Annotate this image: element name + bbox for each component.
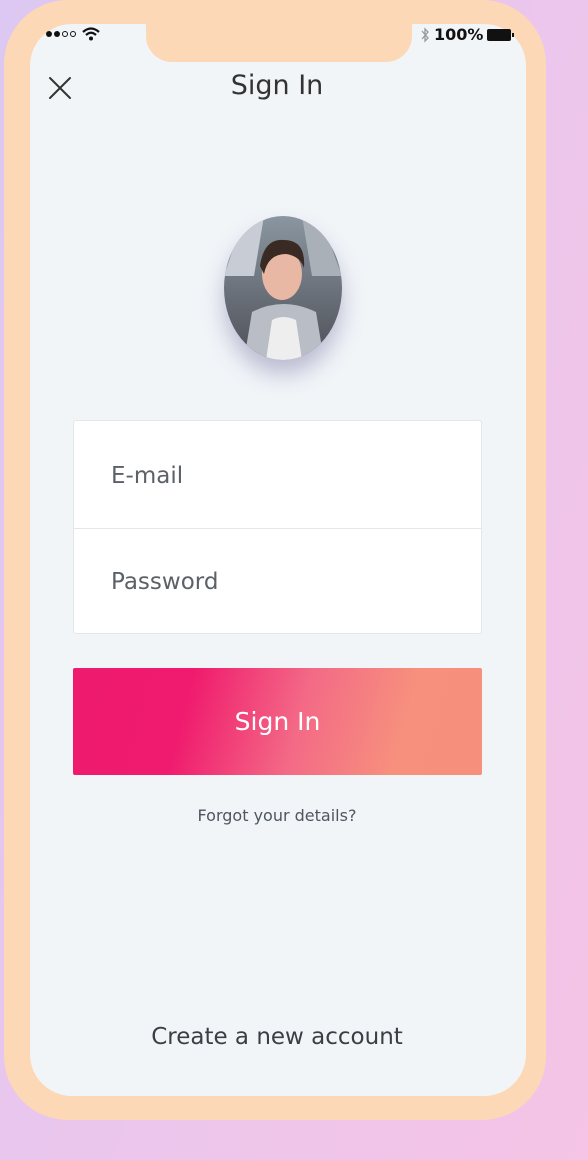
- signal-icon: [46, 31, 76, 37]
- password-field[interactable]: [74, 529, 481, 635]
- avatar-photo: [224, 216, 342, 360]
- page-title: Sign In: [230, 70, 324, 101]
- status-bar-left: [46, 27, 100, 41]
- status-bar-right: 100%: [420, 25, 515, 44]
- forgot-details-link[interactable]: Forgot your details?: [4, 806, 550, 825]
- login-form: [73, 420, 482, 635]
- battery-icon: [487, 28, 515, 41]
- bluetooth-icon: [421, 26, 429, 43]
- battery-percentage: 100%: [434, 25, 484, 44]
- wifi-icon: [82, 27, 100, 41]
- phone-notch: [146, 24, 412, 62]
- phone-frame: 100% Sign In Sign In Forgot y: [4, 0, 546, 1120]
- create-account-link[interactable]: Create a new account: [4, 1024, 550, 1050]
- email-field[interactable]: [74, 423, 481, 529]
- avatar: [224, 216, 342, 360]
- sign-in-button[interactable]: Sign In: [73, 668, 482, 775]
